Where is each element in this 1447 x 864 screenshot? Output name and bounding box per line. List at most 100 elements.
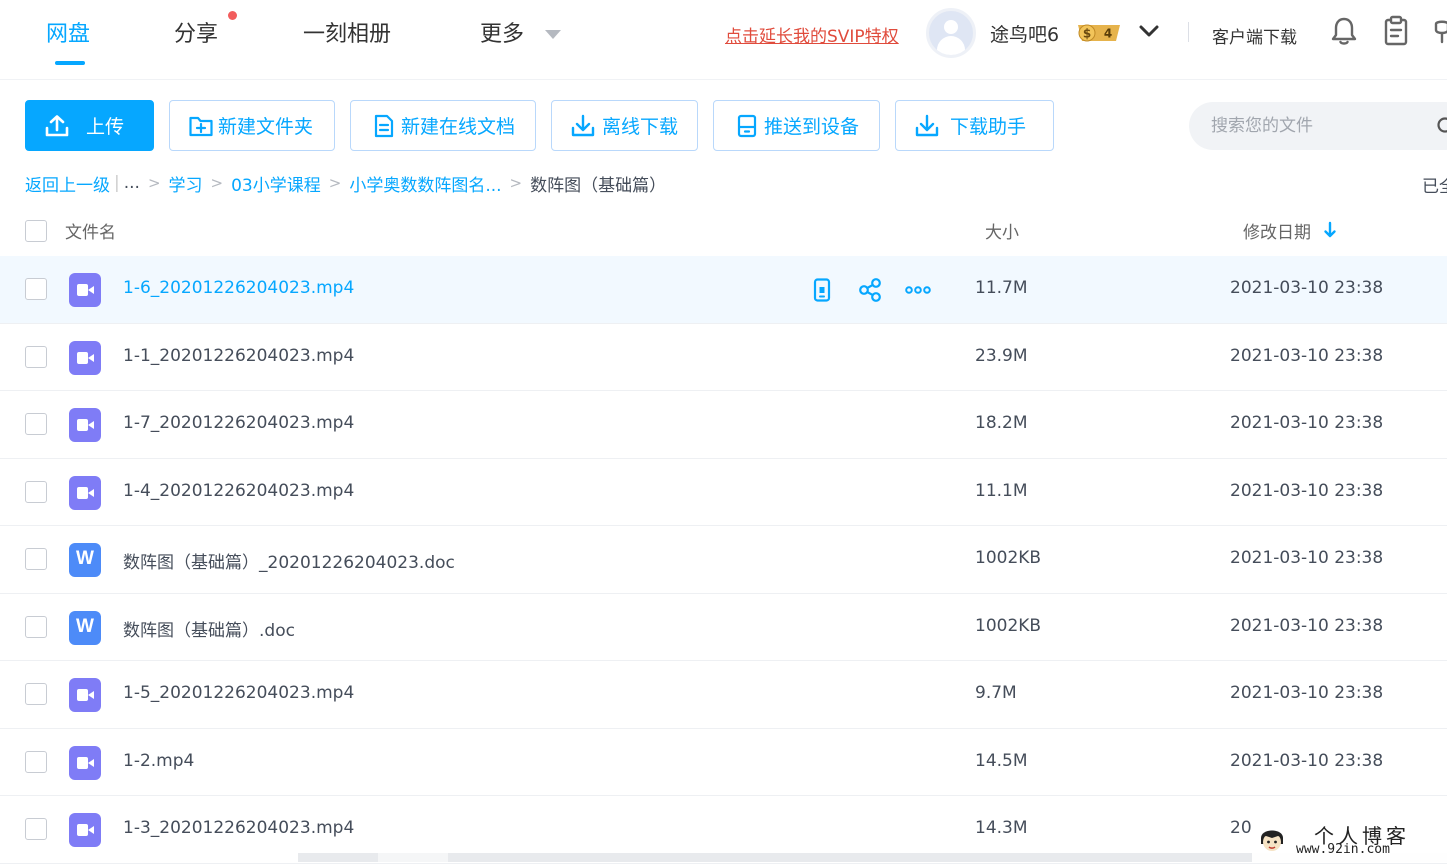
file-name[interactable]: 1-4_20201226204023.mp4 <box>123 481 354 501</box>
avatar[interactable] <box>926 8 976 58</box>
svg-text:4: 4 <box>1104 27 1112 41</box>
table-row[interactable]: 1-6_20201226204023.mp4 11.7M 2021-03-10 … <box>0 256 1447 324</box>
caret-down-icon[interactable] <box>545 30 561 39</box>
row-checkbox[interactable] <box>25 278 47 300</box>
table-row[interactable]: 1-1_20201226204023.mp4 23.9M 2021-03-10 … <box>0 324 1447 392</box>
new-folder-button[interactable]: 新建文件夹 <box>169 100 335 151</box>
file-date: 2021-03-10 23:38 <box>1230 751 1383 771</box>
video-file-icon <box>69 813 101 847</box>
tab-netdisk[interactable]: 网盘 <box>46 16 90 48</box>
row-checkbox[interactable] <box>25 818 47 840</box>
breadcrumb-item[interactable]: 学习 <box>169 171 203 196</box>
video-file-icon <box>69 678 101 712</box>
file-size: 11.7M <box>975 278 1028 298</box>
back-link[interactable]: 返回上一级 <box>25 171 110 196</box>
tab-album[interactable]: 一刻相册 <box>303 16 391 48</box>
breadcrumb-item[interactable]: 03小学课程 <box>231 171 321 196</box>
watermark-url: www.92in.com <box>1296 842 1390 857</box>
file-date: 20 <box>1230 818 1252 838</box>
column-date-header[interactable]: 修改日期 <box>1243 218 1311 243</box>
column-size-header[interactable]: 大小 <box>985 218 1019 243</box>
clipboard-icon[interactable] <box>1383 15 1409 47</box>
chevron-right-icon: > <box>148 174 161 192</box>
push-to-device-label: 推送到设备 <box>764 112 859 139</box>
row-checkbox[interactable] <box>25 751 47 773</box>
file-name[interactable]: 1-6_20201226204023.mp4 <box>123 278 354 298</box>
new-online-doc-label: 新建在线文档 <box>401 112 515 139</box>
file-name[interactable]: 1-2.mp4 <box>123 751 194 771</box>
row-checkbox[interactable] <box>25 616 47 638</box>
breadcrumb-item[interactable]: 小学奥数数阵图名... <box>349 171 501 196</box>
table-row[interactable]: 1-5_20201226204023.mp4 9.7M 2021-03-10 2… <box>0 661 1447 729</box>
table-row[interactable]: 1-7_20201226204023.mp4 18.2M 2021-03-10 … <box>0 391 1447 459</box>
theme-icon[interactable] <box>1432 18 1447 46</box>
svg-text:$: $ <box>1083 27 1091 41</box>
file-list: 1-6_20201226204023.mp4 11.7M 2021-03-10 … <box>0 256 1447 864</box>
breadcrumb-ellipsis[interactable]: ... <box>124 173 140 193</box>
row-checkbox[interactable] <box>25 548 47 570</box>
file-name[interactable]: 1-7_20201226204023.mp4 <box>123 413 354 433</box>
download-helper-button[interactable]: 下载助手 <box>895 100 1054 151</box>
file-size: 11.1M <box>975 481 1028 501</box>
file-date: 2021-03-10 23:38 <box>1230 683 1383 703</box>
sort-down-icon[interactable] <box>1323 221 1337 239</box>
search-input[interactable] <box>1189 102 1447 150</box>
video-file-icon <box>69 408 101 442</box>
table-row[interactable]: 1-4_20201226204023.mp4 11.1M 2021-03-10 … <box>0 459 1447 527</box>
file-size: 1002KB <box>975 548 1041 568</box>
file-date: 2021-03-10 23:38 <box>1230 278 1383 298</box>
device-icon <box>734 113 760 139</box>
push-to-device-button[interactable]: 推送到设备 <box>713 100 880 151</box>
file-name[interactable]: 1-3_20201226204023.mp4 <box>123 818 354 838</box>
share-icon[interactable] <box>857 277 883 303</box>
tab-more[interactable]: 更多 <box>480 16 524 48</box>
file-name[interactable]: 数阵图（基础篇）.doc <box>123 616 295 641</box>
table-header: 文件名 大小 修改日期 <box>0 207 1447 255</box>
file-name[interactable]: 1-5_20201226204023.mp4 <box>123 683 354 703</box>
column-name-header[interactable]: 文件名 <box>65 218 116 243</box>
bell-icon[interactable] <box>1330 16 1358 46</box>
video-file-icon <box>69 273 101 307</box>
row-checkbox[interactable] <box>25 481 47 503</box>
select-all-checkbox[interactable] <box>25 220 47 242</box>
search-icon[interactable] <box>1436 116 1447 136</box>
tab-share[interactable]: 分享 <box>174 16 218 48</box>
offline-download-label: 离线下载 <box>602 112 678 139</box>
new-folder-label: 新建文件夹 <box>218 112 313 139</box>
download-icon <box>570 113 596 139</box>
upload-icon <box>44 113 70 139</box>
username[interactable]: 途鸟吧6 <box>990 20 1059 47</box>
table-row[interactable]: W 数阵图（基础篇）.doc 1002KB 2021-03-10 23:38 <box>0 594 1447 662</box>
video-file-icon <box>69 341 101 375</box>
notification-dot <box>228 11 237 20</box>
scrollbar-thumb[interactable] <box>378 853 448 862</box>
breadcrumb-current: 数阵图（基础篇） <box>530 171 666 196</box>
document-icon <box>371 113 397 139</box>
client-download-link[interactable]: 客户端下载 <box>1212 23 1297 48</box>
svip-extend-link[interactable]: 点击延长我的SVIP特权 <box>725 22 899 47</box>
offline-download-button[interactable]: 离线下载 <box>551 100 698 151</box>
row-checkbox[interactable] <box>25 683 47 705</box>
file-name[interactable]: 数阵图（基础篇）_20201226204023.doc <box>123 548 455 573</box>
row-checkbox[interactable] <box>25 413 47 435</box>
file-size: 14.3M <box>975 818 1028 838</box>
more-icon[interactable] <box>905 277 931 303</box>
table-row[interactable]: W 数阵图（基础篇）_20201226204023.doc 1002KB 202… <box>0 526 1447 594</box>
phone-icon[interactable] <box>809 277 835 303</box>
loaded-count: 已全 <box>1422 172 1447 197</box>
file-size: 23.9M <box>975 346 1028 366</box>
row-checkbox[interactable] <box>25 346 47 368</box>
upload-label: 上传 <box>86 112 124 139</box>
table-row[interactable]: 1-2.mp4 14.5M 2021-03-10 23:38 <box>0 729 1447 797</box>
file-name[interactable]: 1-1_20201226204023.mp4 <box>123 346 354 366</box>
download-helper-label: 下载助手 <box>950 112 1026 139</box>
chevron-right-icon: > <box>329 174 342 192</box>
chevron-down-icon[interactable] <box>1138 22 1160 40</box>
folder-plus-icon <box>188 113 214 139</box>
toolbar: 上传 新建文件夹 新建在线文档 离线下载 推送到设备 <box>0 88 1447 163</box>
new-online-doc-button[interactable]: 新建在线文档 <box>350 100 536 151</box>
upload-button[interactable]: 上传 <box>25 100 154 151</box>
file-size: 14.5M <box>975 751 1028 771</box>
breadcrumb: 返回上一级 | ... > 学习 > 03小学课程 > 小学奥数数阵图名... … <box>25 170 666 196</box>
watermark: 个人博客 www.92in.com <box>1252 818 1447 862</box>
